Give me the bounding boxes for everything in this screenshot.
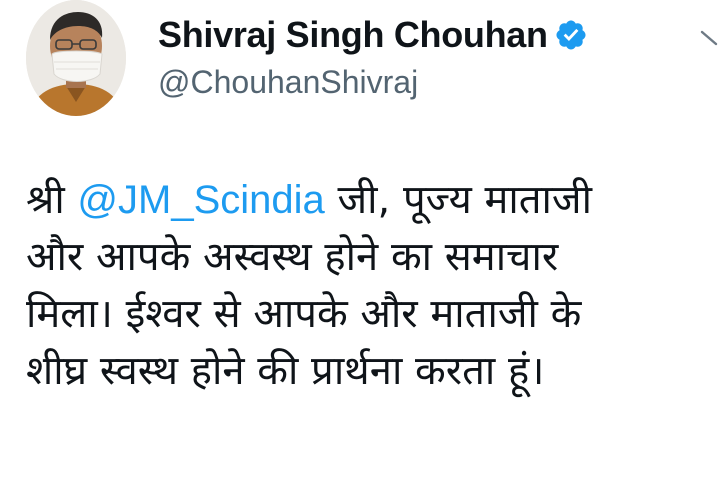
tweet-card: Shivraj Singh Chouhan @ChouhanShivraj श्… xyxy=(0,0,720,491)
mention-link[interactable]: @JM_Scindia xyxy=(77,178,324,222)
tweet-line-1-suffix: जी, पूज्य माताजी xyxy=(324,177,592,223)
author-handle[interactable]: @ChouhanShivraj xyxy=(158,64,418,101)
author-display-name[interactable]: Shivraj Singh Chouhan xyxy=(158,14,548,56)
verified-badge-icon xyxy=(556,20,586,50)
avatar[interactable] xyxy=(26,0,126,116)
tweet-line-1-prefix: श्री xyxy=(26,177,78,223)
author-name-row[interactable]: Shivraj Singh Chouhan xyxy=(158,14,588,56)
tweet-line-3: मिला। ईश्वर से आपके और माताजी के xyxy=(26,291,582,337)
tweet-line-4: शीघ्र स्वस्थ होने की प्रार्थना करता हूं। xyxy=(26,348,545,394)
tweet-text: श्री @JM_Scindia जी, पूज्य माताजी और आपक… xyxy=(26,172,706,400)
chevron-down-icon[interactable] xyxy=(698,26,720,56)
tweet-line-1: श्री @JM_Scindia जी, पूज्य माताजी xyxy=(26,172,706,229)
tweet-line-2: और आपके अस्वस्थ होने का समाचार xyxy=(26,234,559,280)
profile-photo-icon xyxy=(26,0,126,116)
